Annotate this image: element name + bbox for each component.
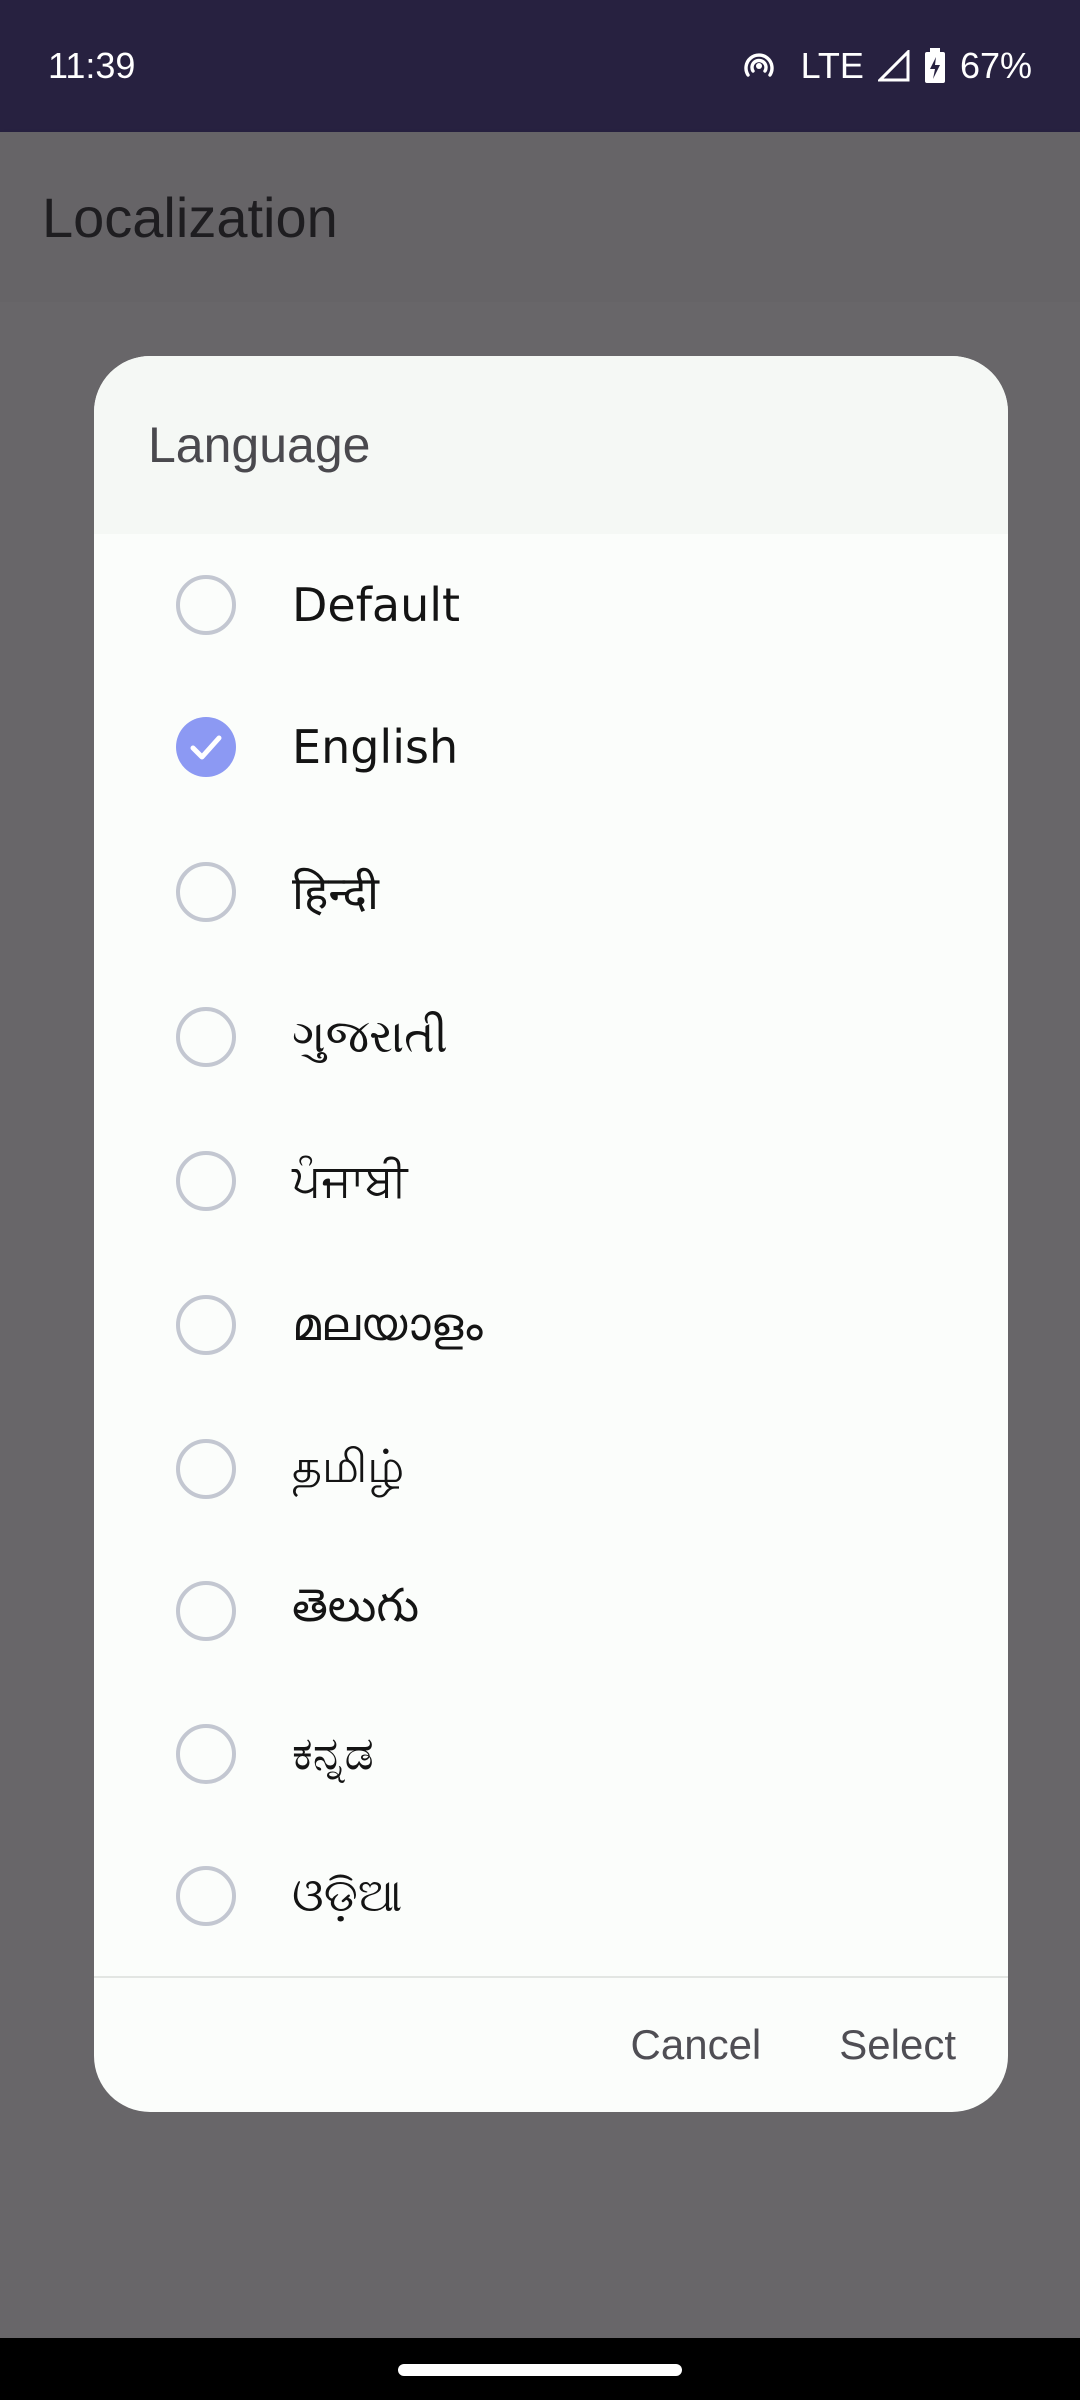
language-dialog: Language Default English हिन्दी ગુજરાતી … [94, 356, 1008, 2112]
language-option-gujarati[interactable]: ગુજરાતી [94, 966, 1008, 1108]
radio-button-icon[interactable] [176, 1151, 236, 1211]
language-option-label: ગુજરાતી [292, 1009, 448, 1063]
status-icons: LTE 67% [741, 45, 1032, 87]
signal-icon [877, 50, 910, 82]
radio-button-icon[interactable] [176, 1581, 236, 1641]
radio-button-icon[interactable] [176, 575, 236, 635]
language-option-label: ਪੰਜਾਬੀ [292, 1153, 408, 1207]
language-option-label: മലയാളം [292, 1297, 483, 1351]
radio-button-icon[interactable] [176, 1295, 236, 1355]
language-option-label: ಕನ್ನಡ [292, 1726, 374, 1780]
radio-checked-icon[interactable] [176, 717, 236, 777]
language-option-punjabi[interactable]: ਪੰਜਾਬੀ [94, 1110, 1008, 1252]
radio-button-icon[interactable] [176, 1007, 236, 1067]
page-title: Localization [42, 185, 338, 249]
dialog-header: Language [94, 356, 1008, 534]
app-bar: Localization [0, 132, 1080, 302]
radio-button-icon[interactable] [176, 1866, 236, 1926]
radio-button-icon[interactable] [176, 1439, 236, 1499]
language-option-label: ଓଡ଼ିଆ [292, 1868, 403, 1922]
language-option-tamil[interactable]: தமிழ் [94, 1398, 1008, 1540]
language-option-telugu[interactable]: తెలుగు [94, 1540, 1008, 1682]
language-option-english[interactable]: English [94, 676, 1008, 818]
language-option-label: தமிழ் [292, 1438, 405, 1493]
hotspot-icon [741, 48, 777, 84]
language-option-kannada[interactable]: ಕನ್ನಡ [94, 1683, 1008, 1825]
cancel-button[interactable]: Cancel [631, 2021, 762, 2069]
dialog-title: Language [148, 417, 371, 473]
language-option-label: हिन्दी [292, 866, 379, 920]
language-option-odia[interactable]: ଓଡ଼ିଆ [94, 1825, 1008, 1967]
radio-button-icon[interactable] [176, 1724, 236, 1784]
language-option-label: Default [292, 578, 461, 632]
status-bar: 11:39 LTE 67% [0, 0, 1080, 132]
dialog-actions: Cancel Select [94, 1978, 1008, 2112]
language-option-label: తెలుగు [292, 1578, 420, 1632]
language-option-hindi[interactable]: हिन्दी [94, 821, 1008, 963]
status-time: 11:39 [48, 45, 136, 86]
battery-charging-icon [924, 48, 946, 84]
radio-button-icon[interactable] [176, 862, 236, 922]
language-option-malayalam[interactable]: മലയാളം [94, 1254, 1008, 1396]
navigation-bar [0, 2338, 1080, 2400]
battery-level: 67% [959, 45, 1032, 86]
network-type: LTE [800, 45, 864, 86]
language-option-default[interactable]: Default [94, 534, 1008, 676]
language-options-list[interactable]: Default English हिन्दी ગુજરાતી ਪੰਜਾਬੀ മല… [94, 534, 1008, 2112]
home-handle[interactable] [398, 2364, 682, 2376]
select-button[interactable]: Select [839, 2021, 956, 2069]
language-option-label: English [292, 720, 459, 774]
